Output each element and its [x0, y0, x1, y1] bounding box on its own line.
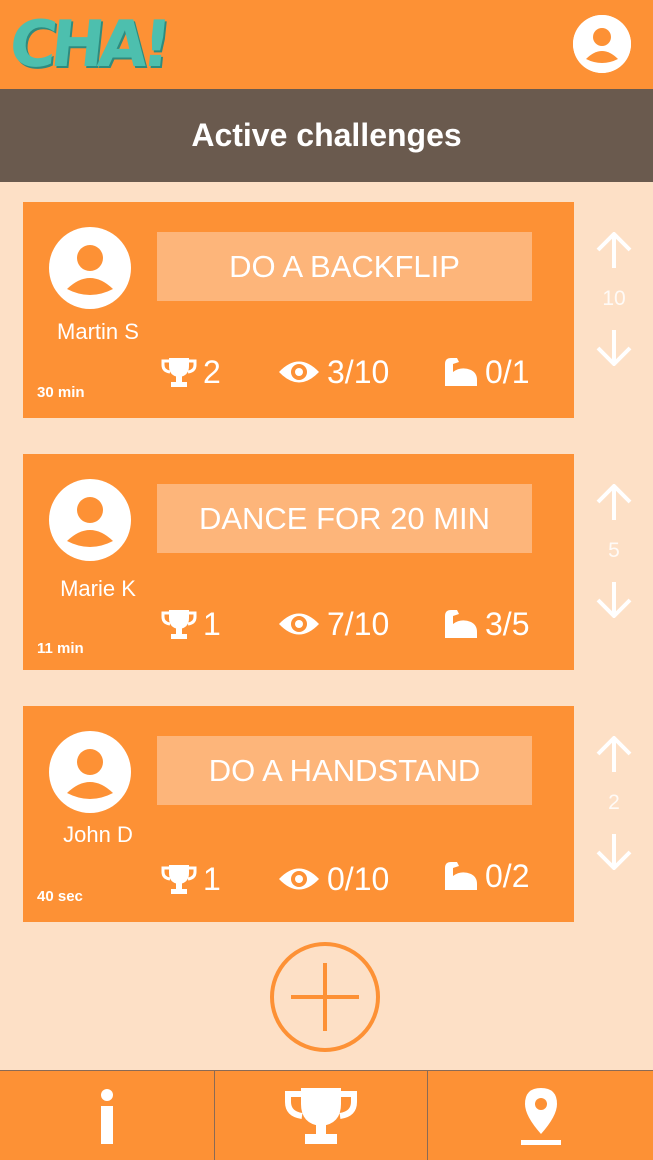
trophy-count: 1: [203, 605, 221, 642]
add-challenge-button[interactable]: [269, 941, 381, 1053]
trophy-icon: [161, 610, 197, 639]
arrow-up-icon[interactable]: [594, 736, 634, 774]
nav-info[interactable]: [0, 1071, 214, 1160]
flexed-bicep-icon: [445, 358, 477, 386]
attempts-stat: 3/5: [441, 604, 529, 644]
trophy-stat: 2: [161, 352, 221, 392]
views-stat: 7/10: [277, 604, 389, 644]
flexed-bicep-icon: [445, 862, 477, 890]
avatar-icon: [49, 227, 131, 309]
arrow-down-icon[interactable]: [594, 832, 634, 870]
challenge-title[interactable]: DO A BACKFLIP: [157, 232, 532, 301]
challenge-card[interactable]: Martin S 30 min DO A BACKFLIP 2 3/10 0/1: [23, 202, 574, 418]
page-title: Active challenges: [191, 117, 462, 153]
challenge-author: Marie K: [60, 576, 136, 601]
eye-icon: [279, 361, 319, 383]
profile-button[interactable]: [573, 15, 631, 73]
nav-challenges[interactable]: [215, 1071, 427, 1160]
vote-count: 10: [602, 287, 626, 310]
challenge-author: Martin S: [57, 319, 139, 344]
views-count: 7/10: [327, 605, 390, 642]
challenge-time: 11 min: [37, 640, 84, 657]
attempts-stat: 0/1: [441, 352, 529, 392]
avatar-icon: [49, 479, 131, 561]
vote-control: 2: [590, 736, 638, 870]
vote-count: 2: [608, 791, 620, 814]
arrow-up-icon[interactable]: [594, 484, 634, 522]
top-bar: CHA!: [0, 0, 653, 89]
views-count: 0/10: [327, 860, 390, 897]
attempts-count: 0/2: [485, 857, 530, 894]
info-icon: [101, 1088, 113, 1144]
challenge-title[interactable]: DO A HANDSTAND: [157, 736, 532, 805]
challenge-card[interactable]: John D 40 sec DO A HANDSTAND 1 0/10 0/2: [23, 706, 574, 922]
add-circle-icon: [270, 942, 380, 1052]
challenge-title[interactable]: DANCE FOR 20 MIN: [157, 484, 532, 553]
challenge-time: 30 min: [37, 384, 85, 401]
flexed-bicep-icon: [445, 610, 477, 638]
avatar-icon: [49, 731, 131, 813]
page-title-bar: Active challenges: [0, 89, 653, 182]
arrow-down-icon[interactable]: [594, 328, 634, 366]
trophy-icon: [161, 358, 197, 387]
nav-location[interactable]: [428, 1071, 653, 1160]
eye-icon: [279, 868, 319, 890]
location-pin-icon: [520, 1087, 561, 1145]
app-logo[interactable]: CHA!: [6, 6, 169, 84]
attempts-stat: 0/2: [441, 856, 529, 896]
arrow-down-icon[interactable]: [594, 580, 634, 618]
trophy-count: 2: [203, 353, 221, 390]
account-circle-icon: [573, 15, 631, 73]
challenge-card[interactable]: Marie K 11 min DANCE FOR 20 MIN 1 7/10 3…: [23, 454, 574, 670]
trophy-stat: 1: [161, 604, 221, 644]
trophy-icon: [161, 865, 197, 894]
vote-count: 5: [608, 539, 620, 562]
views-stat: 0/10: [277, 859, 389, 899]
vote-control: 10: [590, 232, 638, 366]
vote-control: 5: [590, 484, 638, 618]
bottom-nav: [0, 1070, 653, 1160]
challenge-author: John D: [63, 822, 133, 847]
trophy-icon: [285, 1087, 357, 1144]
eye-icon: [279, 613, 319, 635]
views-stat: 3/10: [277, 352, 389, 392]
challenge-time: 40 sec: [37, 888, 83, 905]
trophy-stat: 1: [161, 859, 221, 899]
arrow-up-icon[interactable]: [594, 232, 634, 270]
attempts-count: 3/5: [485, 605, 530, 642]
attempts-count: 0/1: [485, 353, 530, 390]
trophy-count: 1: [203, 860, 221, 897]
views-count: 3/10: [327, 353, 390, 390]
